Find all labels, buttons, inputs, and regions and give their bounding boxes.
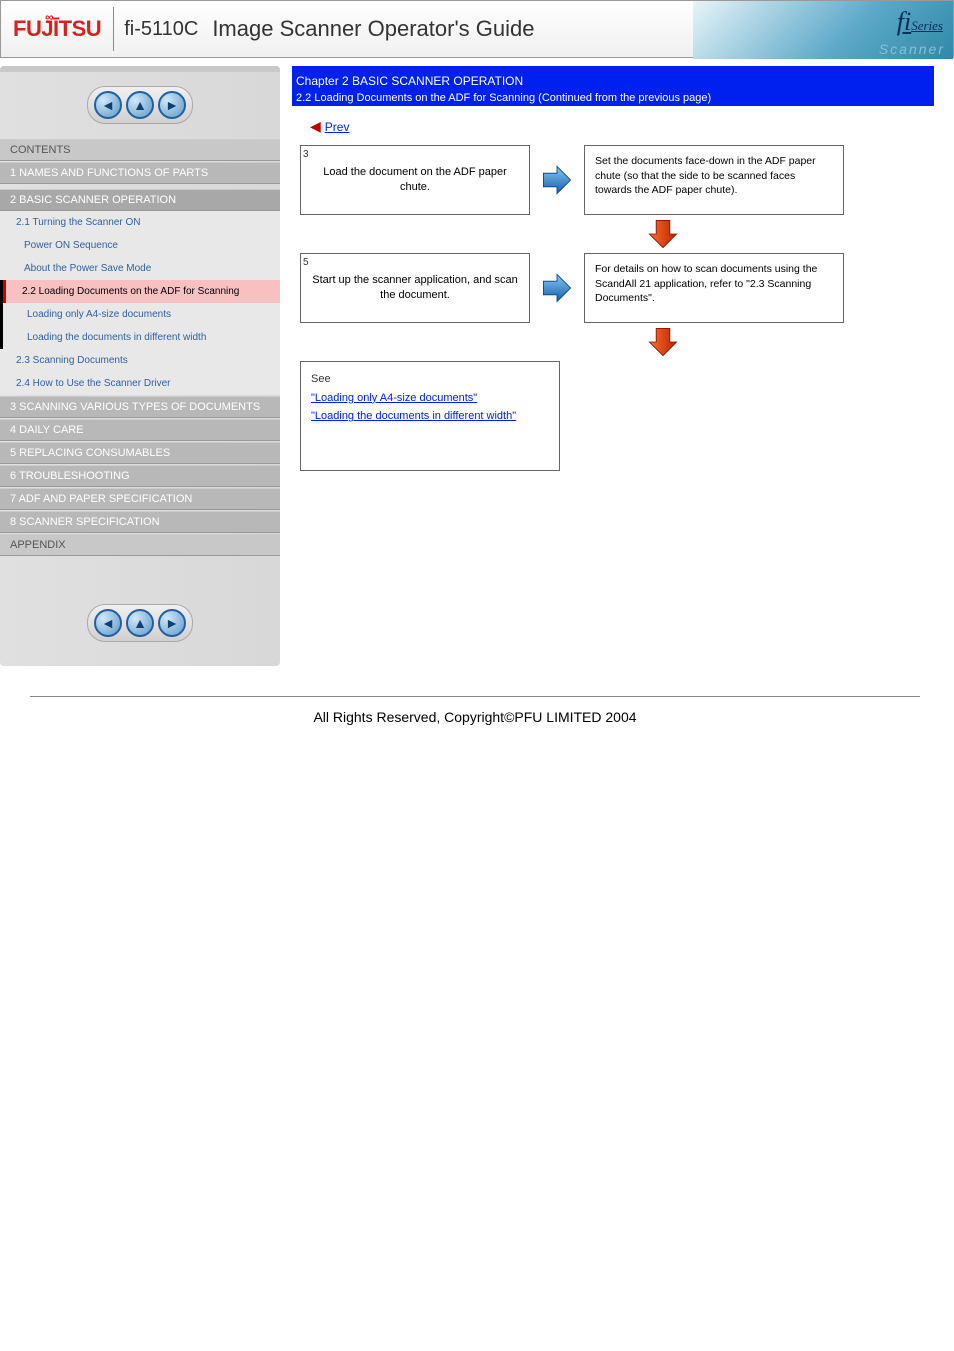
submenu-sub-item[interactable]: Power ON Sequence [0, 234, 280, 257]
nav-up-button[interactable]: ▲ [126, 91, 154, 119]
nav-forward-button[interactable]: ► [158, 609, 186, 637]
chapter-bar: Chapter 2 BASIC SCANNER OPERATION [292, 72, 934, 90]
submenu-upper: 2.1 Turning the Scanner ON Power ON Sequ… [0, 211, 280, 280]
doc-link[interactable]: "Loading the documents in different widt… [311, 410, 516, 422]
see-links-box: See "Loading only A4-size documents" "Lo… [300, 361, 560, 471]
flow-step-box: 3 Load the document on the ADF paper chu… [300, 145, 530, 215]
fujitsu-logo: FUJĪTSU [1, 16, 113, 42]
header-divider [113, 7, 114, 51]
flow-note-box: Set the documents face-down in the ADF p… [584, 145, 844, 215]
nav-top: ◄ ▲ ► [0, 72, 280, 138]
page-title: Image Scanner Operator's Guide [212, 16, 534, 42]
sidebar-item[interactable]: 4 DAILY CARE [0, 419, 280, 441]
flow-row: 3 Load the document on the ADF paper chu… [300, 145, 934, 215]
main-layout: ◄ ▲ ► CONTENTS 1 NAMES AND FUNCTIONS OF … [0, 66, 954, 666]
sidebar-item[interactable]: 7 ADF AND PAPER SPECIFICATION [0, 488, 280, 510]
flow-note-box: For details on how to scan documents usi… [584, 253, 844, 323]
triangle-left-icon: ◀ [310, 118, 321, 135]
header: FUJĪTSU fi-5110C Image Scanner Operator'… [0, 0, 954, 58]
sidebar-item[interactable]: 2 BASIC SCANNER OPERATION [0, 189, 280, 211]
submenu-item[interactable]: 2.1 Turning the Scanner ON [0, 211, 280, 234]
nav-up-button[interactable]: ▲ [126, 609, 154, 637]
arrow-down-icon [392, 325, 934, 359]
submenu-sub-item[interactable]: About the Power Save Mode [0, 257, 280, 280]
sidebar-item[interactable]: APPENDIX [0, 534, 280, 556]
submenu-item-active[interactable]: 2.2 Loading Documents on the ADF for Sca… [6, 280, 280, 303]
breadcrumb-bar: 2.2 Loading Documents on the ADF for Sca… [292, 90, 934, 106]
sidebar-item[interactable]: 1 NAMES AND FUNCTIONS OF PARTS [0, 162, 280, 184]
submenu-item[interactable]: 2.3 Scanning Documents [0, 349, 280, 372]
flow-step-box: 5 Start up the scanner application, and … [300, 253, 530, 323]
footer: All Rights Reserved, Copyright©PFU LIMIT… [30, 696, 920, 737]
nav-forward-button[interactable]: ► [158, 91, 186, 119]
sidebar-item[interactable]: 6 TROUBLESHOOTING [0, 465, 280, 487]
sidebar-item[interactable]: 3 SCANNING VARIOUS TYPES OF DOCUMENTS [0, 396, 280, 418]
arrow-right-icon [540, 163, 574, 197]
arrow-right-icon [540, 271, 574, 305]
arrow-down-icon [392, 217, 934, 251]
sidebar-contents[interactable]: CONTENTS [0, 139, 280, 161]
nav-bottom: ◄ ▲ ► [0, 586, 280, 666]
submenu-sub-item[interactable]: Loading only A4-size documents [3, 303, 280, 326]
sidebar: ◄ ▲ ► CONTENTS 1 NAMES AND FUNCTIONS OF … [0, 66, 280, 666]
sidebar-item[interactable]: 8 SCANNER SPECIFICATION [0, 511, 280, 533]
model-label: fi-5110C [124, 18, 198, 41]
fi-series-badge: fiSeries Scanner [693, 1, 953, 59]
prev-link[interactable]: ◀ Prev [310, 118, 349, 135]
sidebar-item[interactable]: 5 REPLACING CONSUMABLES [0, 442, 280, 464]
nav-back-button[interactable]: ◄ [94, 91, 122, 119]
doc-link[interactable]: "Loading only A4-size documents" [311, 392, 477, 404]
flow-row: 5 Start up the scanner application, and … [300, 253, 934, 323]
content: Chapter 2 BASIC SCANNER OPERATION 2.2 Lo… [292, 66, 934, 666]
submenu-sub-item[interactable]: Loading the documents in different width [3, 326, 280, 349]
submenu-item[interactable]: 2.4 How to Use the Scanner Driver [0, 372, 280, 395]
nav-back-button[interactable]: ◄ [94, 609, 122, 637]
